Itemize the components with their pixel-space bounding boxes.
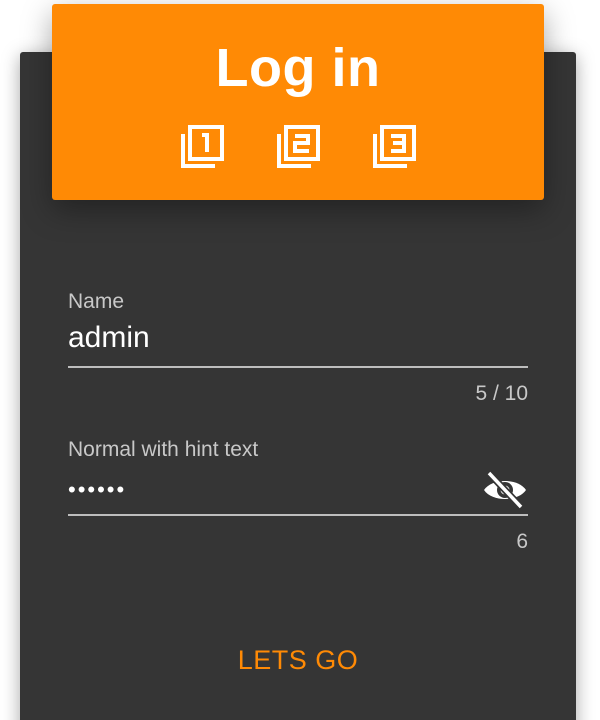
password-input-value: ••••••: [68, 477, 127, 502]
password-field: Normal with hint text •••••• 6: [68, 438, 528, 554]
password-field-label: Normal with hint text: [68, 438, 259, 461]
name-field: Name admin 5 / 10: [68, 290, 528, 406]
filter-1-icon[interactable]: [179, 124, 225, 170]
submit-button[interactable]: LETS GO: [20, 640, 576, 680]
name-char-counter: 5 / 10: [475, 382, 528, 405]
name-input-value: admin: [68, 321, 150, 354]
name-field-label: Name: [68, 290, 125, 313]
filter-2-icon[interactable]: [275, 124, 321, 170]
filter-3-icon[interactable]: [371, 124, 417, 170]
header-icon-row: [52, 124, 544, 170]
password-char-counter: 6: [516, 530, 528, 553]
page-title: Log in: [215, 38, 381, 98]
name-input[interactable]: admin: [68, 314, 528, 368]
visibility-off-icon[interactable]: [482, 470, 528, 510]
password-input[interactable]: ••••••: [68, 462, 528, 516]
card-header: Log in: [52, 4, 544, 200]
page: Log in Name admin 5 / 10 Normal with hin…: [0, 0, 600, 720]
